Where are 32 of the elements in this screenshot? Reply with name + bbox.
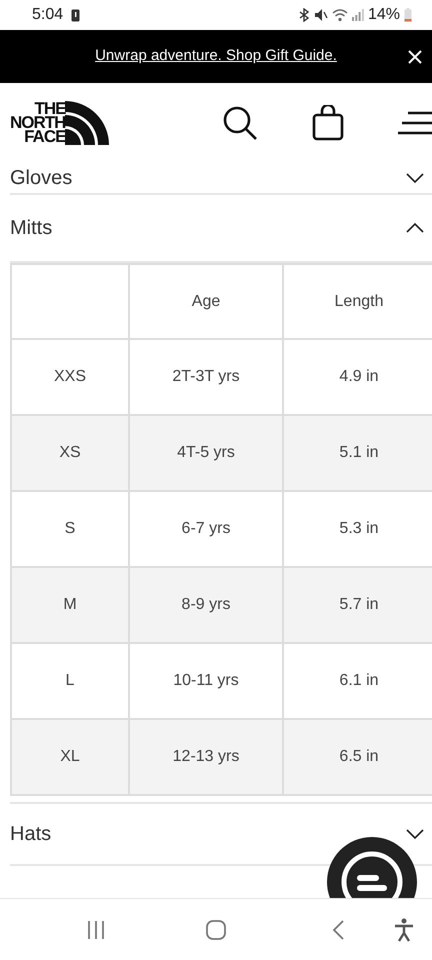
table-cell: 5.7 in (283, 567, 432, 643)
search-icon[interactable] (222, 105, 258, 141)
logo-mark-icon (65, 101, 110, 145)
home-icon[interactable] (205, 918, 227, 940)
battery-percentage: 14% (368, 5, 400, 25)
table-cell: 8-9 yrs (129, 567, 283, 643)
signal-icon (352, 9, 364, 21)
notification-icon (71, 8, 80, 22)
clock: 5:04 (32, 5, 64, 25)
table-cell: 4T-5 yrs (129, 415, 283, 491)
table-cell: 6.5 in (283, 719, 432, 795)
shopping-bag-icon[interactable] (312, 105, 344, 141)
logo[interactable]: THE NORTH FACE (10, 101, 110, 145)
table-cell: XS (11, 415, 129, 491)
recent-apps-icon[interactable] (86, 920, 106, 940)
chat-icon (341, 851, 403, 898)
table-cell: 12-13 yrs (129, 719, 283, 795)
accordion-header[interactable]: Gloves (10, 163, 432, 195)
menu-icon[interactable] (398, 109, 432, 137)
close-icon[interactable] (408, 50, 422, 64)
table-cell: 5.1 in (283, 415, 432, 491)
table-cell: XL (11, 719, 129, 795)
bluetooth-icon (298, 8, 310, 22)
column-header: Length (283, 264, 432, 339)
wifi-icon (332, 8, 348, 22)
accessibility-icon[interactable] (394, 918, 414, 942)
table-cell: M (11, 567, 129, 643)
battery-icon (404, 8, 412, 22)
accordion-header[interactable]: Mitts (10, 195, 432, 263)
column-header: Age (129, 264, 283, 339)
mute-icon (314, 8, 328, 22)
back-icon[interactable] (331, 918, 345, 940)
